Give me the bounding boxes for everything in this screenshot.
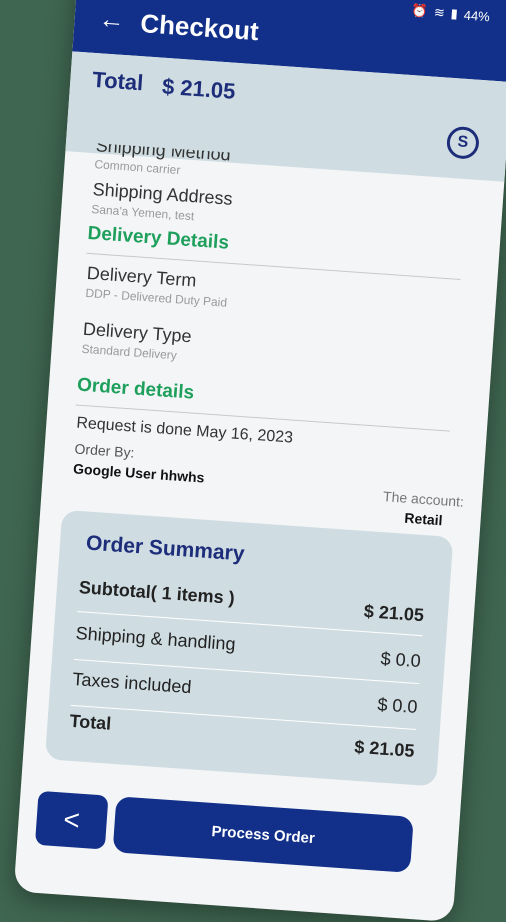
phone-screen: ⏰ ≋ ▮ 44% ← Checkout Total $ 21.05 S Shi… — [13, 0, 506, 922]
total-value: $ 21.05 — [161, 73, 237, 104]
back-button[interactable]: < — [34, 790, 109, 850]
subtotal-label: Subtotal( 1 items ) — [78, 577, 236, 608]
order-by-value: Google User hhwhs — [72, 460, 205, 486]
delivery-details-title: Delivery Details — [86, 222, 230, 254]
currency-refresh-icon[interactable]: S — [445, 125, 480, 160]
order-details-title: Order details — [76, 374, 195, 404]
delivery-type: Delivery Type Standard Delivery — [81, 319, 192, 363]
order-summary-card: Order Summary Subtotal( 1 items ) $ 21.0… — [44, 509, 454, 787]
back-arrow-icon[interactable]: ← — [98, 3, 126, 36]
taxes-label: Taxes included — [71, 668, 193, 698]
chevron-left-icon: < — [62, 803, 81, 836]
shipping-handling-label: Shipping & handling — [75, 623, 237, 655]
order-by-label: Order By: — [74, 440, 135, 461]
total-label: Total — [91, 66, 145, 96]
account-label: The account: — [382, 488, 465, 510]
summary-total-value: $ 21.05 — [353, 736, 416, 761]
taxes-value: $ 0.0 — [376, 694, 419, 717]
shipping-handling-value: $ 0.0 — [380, 648, 422, 672]
summary-total-label: Total — [68, 710, 112, 734]
order-summary-title: Order Summary — [85, 531, 246, 566]
page-title: Checkout — [139, 8, 260, 47]
delivery-term: Delivery Term DDP - Delivered Duty Paid — [85, 263, 229, 310]
process-order-button[interactable]: Process Order — [112, 796, 414, 873]
shipping-address: Shipping Address Sana'a Yemen, test — [91, 179, 233, 226]
summary-divider — [70, 704, 416, 730]
account-value: Retail — [403, 509, 444, 529]
subtotal-value: $ 21.05 — [363, 601, 425, 626]
